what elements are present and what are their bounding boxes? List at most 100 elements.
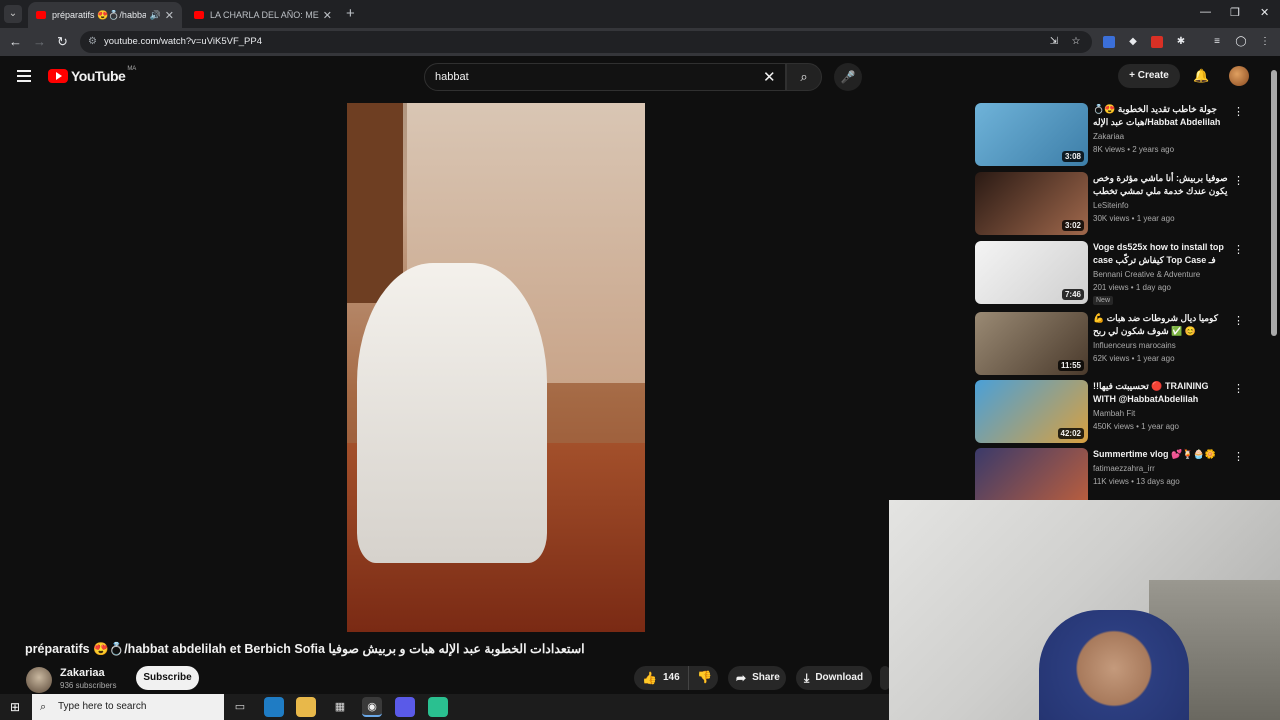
list-item[interactable]: 11:55 كوميا ديال شروطات ضد هبات 💪✅ شوف ش… [975, 312, 1245, 376]
new-tab-plus-icon[interactable]: + [346, 5, 355, 22]
store-icon[interactable]: ▦ [330, 697, 350, 717]
more-vert-icon[interactable]: ⋮ [1233, 105, 1244, 118]
webcam-person [1039, 610, 1189, 720]
tab-search-chevron-icon[interactable]: ⌄ [4, 5, 22, 23]
extension-red-icon[interactable] [1151, 36, 1163, 48]
browser-toolbar: ← → ↻ ⚙ youtube.com/watch?v=uViK5VF_PP4 … [0, 28, 1280, 56]
rec-channel[interactable]: fatimaezzahra_irr [1093, 464, 1155, 473]
video-thumbnail[interactable]: 3:02 [975, 172, 1088, 235]
account-avatar[interactable] [1229, 66, 1249, 86]
more-vert-icon[interactable]: ⋮ [1233, 450, 1244, 463]
create-button[interactable]: + Create [1118, 64, 1180, 88]
rec-title[interactable]: جولة خاطب تقديد الخطوبة 😍💍 هبات عبد الإل… [1093, 103, 1228, 129]
video-thumbnail[interactable]: 3:08 [975, 103, 1088, 166]
search-input[interactable]: habbat [424, 63, 786, 91]
country-code: MA [127, 66, 137, 72]
video-player[interactable] [347, 103, 645, 632]
address-bar[interactable]: ⚙ youtube.com/watch?v=uViK5VF_PP4 [80, 31, 1092, 53]
install-app-icon[interactable]: ⇲ [1048, 36, 1060, 48]
youtube-favicon-icon [36, 11, 46, 19]
speaker-icon[interactable]: 🔊 [150, 10, 161, 21]
share-button[interactable]: ➦ Share [728, 666, 786, 690]
more-vert-icon[interactable]: ⋮ [1233, 314, 1244, 327]
rec-title[interactable]: Voge ds525x how to install top case كيفا… [1093, 241, 1228, 268]
list-item[interactable]: 3:02 صوفيا بربيش: أنا ماشي مؤثرة وخص يكو… [975, 172, 1245, 236]
chrome-icon[interactable]: ◉ [362, 697, 382, 717]
video-title: préparatifs 😍💍/habbat abdelilah et Berbi… [25, 642, 585, 656]
duration-badge: 11:55 [1057, 360, 1084, 371]
close-tab-icon[interactable]: ✕ [165, 9, 174, 22]
download-button[interactable]: ⤓ Download [796, 666, 872, 690]
bookmark-star-icon[interactable]: ☆ [1070, 36, 1082, 48]
rec-channel[interactable]: LeSiteinfo [1093, 201, 1129, 210]
discord-icon[interactable] [395, 697, 415, 717]
close-window-icon[interactable]: ✕ [1260, 6, 1269, 19]
rec-channel[interactable]: Mambah Fit [1093, 409, 1135, 418]
restore-icon[interactable]: ❐ [1230, 6, 1240, 19]
video-thumbnail[interactable]: 42:02 [975, 380, 1088, 443]
rec-title[interactable]: صوفيا بربيش: أنا ماشي مؤثرة وخص يكون عند… [1093, 172, 1228, 199]
reload-icon[interactable]: ↻ [57, 34, 68, 50]
tab-youtube-active[interactable]: préparatifs 😍💍/habbat abdelilah et Berbi… [28, 2, 182, 28]
close-tab-icon[interactable]: ✕ [323, 9, 332, 22]
windows-taskbar: ⊞ ⌕ Type here to search ▭ ▦ ◉ [0, 694, 889, 720]
site-info-icon[interactable]: ⚙ [88, 31, 97, 53]
thumbs-down-icon: 👎 [697, 670, 712, 684]
edge-icon[interactable] [264, 697, 284, 717]
more-vert-icon[interactable]: ⋮ [1233, 174, 1244, 187]
rec-title[interactable]: كوميا ديال شروطات ضد هبات 💪✅ شوف شكون لي… [1093, 312, 1228, 338]
subscribe-button[interactable]: Subscribe [136, 666, 199, 690]
clear-search-icon[interactable]: ✕ [763, 68, 776, 86]
list-item[interactable]: 3:08 جولة خاطب تقديد الخطوبة 😍💍 هبات عبد… [975, 103, 1245, 167]
forward-arrow-icon[interactable]: → [33, 34, 46, 49]
app-green-icon[interactable] [428, 697, 448, 717]
list-item[interactable]: 7:46 Voge ds525x how to install top case… [975, 241, 1245, 305]
notifications-bell-icon[interactable]: 🔔 [1193, 68, 1209, 84]
extensions-puzzle-icon[interactable]: ✱ [1175, 36, 1187, 48]
minimize-icon[interactable]: — [1200, 6, 1211, 18]
hamburger-menu-icon[interactable] [17, 70, 31, 82]
video-thumbnail[interactable]: 7:46 [975, 241, 1088, 304]
windows-start-icon[interactable]: ⊞ [10, 700, 20, 714]
share-arrow-icon: ➦ [736, 671, 747, 685]
browser-menu-icon[interactable]: ⋮ [1259, 36, 1271, 48]
rec-channel[interactable]: Bennani Creative & Adventure [1093, 270, 1200, 279]
rec-meta: 450K views • 1 year ago [1093, 422, 1179, 431]
like-button[interactable]: 👍 146 [634, 666, 690, 690]
rec-meta: 62K views • 1 year ago [1093, 354, 1175, 363]
dislike-button[interactable]: 👎 [689, 665, 718, 691]
rec-channel[interactable]: Zakariaa [1093, 132, 1124, 141]
reading-list-icon[interactable]: ≡ [1211, 36, 1223, 48]
rec-channel[interactable]: Influenceurs marocains [1093, 341, 1176, 350]
rec-title[interactable]: !!تحسيبتت فيها 🔴 TRAINING WITH @HabbatAb… [1093, 380, 1228, 406]
translate-extension-icon[interactable] [1103, 36, 1115, 48]
task-view-icon[interactable]: ▭ [230, 697, 250, 717]
search-button[interactable]: ⌕ [786, 63, 822, 91]
rec-title[interactable]: Summertime vlog 💕🍹🧁🌼 [1093, 448, 1228, 461]
download-icon: ⤓ [804, 671, 810, 685]
page-scrollbar[interactable] [1271, 70, 1277, 336]
file-explorer-icon[interactable] [296, 697, 316, 717]
taskbar-search-input[interactable]: ⌕ Type here to search [32, 694, 224, 720]
rec-meta: 8K views • 2 years ago [1093, 145, 1175, 154]
list-item[interactable]: 42:02 !!تحسيبتت فيها 🔴 TRAINING WITH @Ha… [975, 380, 1245, 444]
tab-youtube-inactive[interactable]: LA CHARLA DEL AÑO: MESSI EN ✕ [186, 2, 340, 28]
duration-badge: 3:02 [1061, 220, 1084, 231]
url-text: youtube.com/watch?v=uViK5VF_PP4 [104, 36, 262, 47]
new-badge: New [1093, 296, 1114, 305]
duration-badge: 42:02 [1057, 428, 1084, 439]
more-vert-icon[interactable]: ⋮ [1233, 382, 1244, 395]
video-frame-table [357, 263, 547, 563]
video-thumbnail[interactable]: 11:55 [975, 312, 1088, 375]
video-frame-door [347, 103, 403, 303]
channel-avatar[interactable] [26, 667, 52, 693]
youtube-logo[interactable]: YouTube MA [48, 66, 137, 84]
extension-diamond-icon[interactable]: ◆ [1127, 36, 1139, 48]
webcam-overlay [889, 500, 1280, 720]
youtube-play-logo-icon [48, 69, 68, 83]
voice-search-mic-icon[interactable]: 🎤 [834, 63, 862, 91]
profile-icon[interactable]: ◯ [1235, 36, 1247, 48]
back-arrow-icon[interactable]: ← [9, 34, 22, 49]
more-vert-icon[interactable]: ⋮ [1233, 243, 1244, 256]
channel-name[interactable]: Zakariaa [60, 667, 105, 679]
